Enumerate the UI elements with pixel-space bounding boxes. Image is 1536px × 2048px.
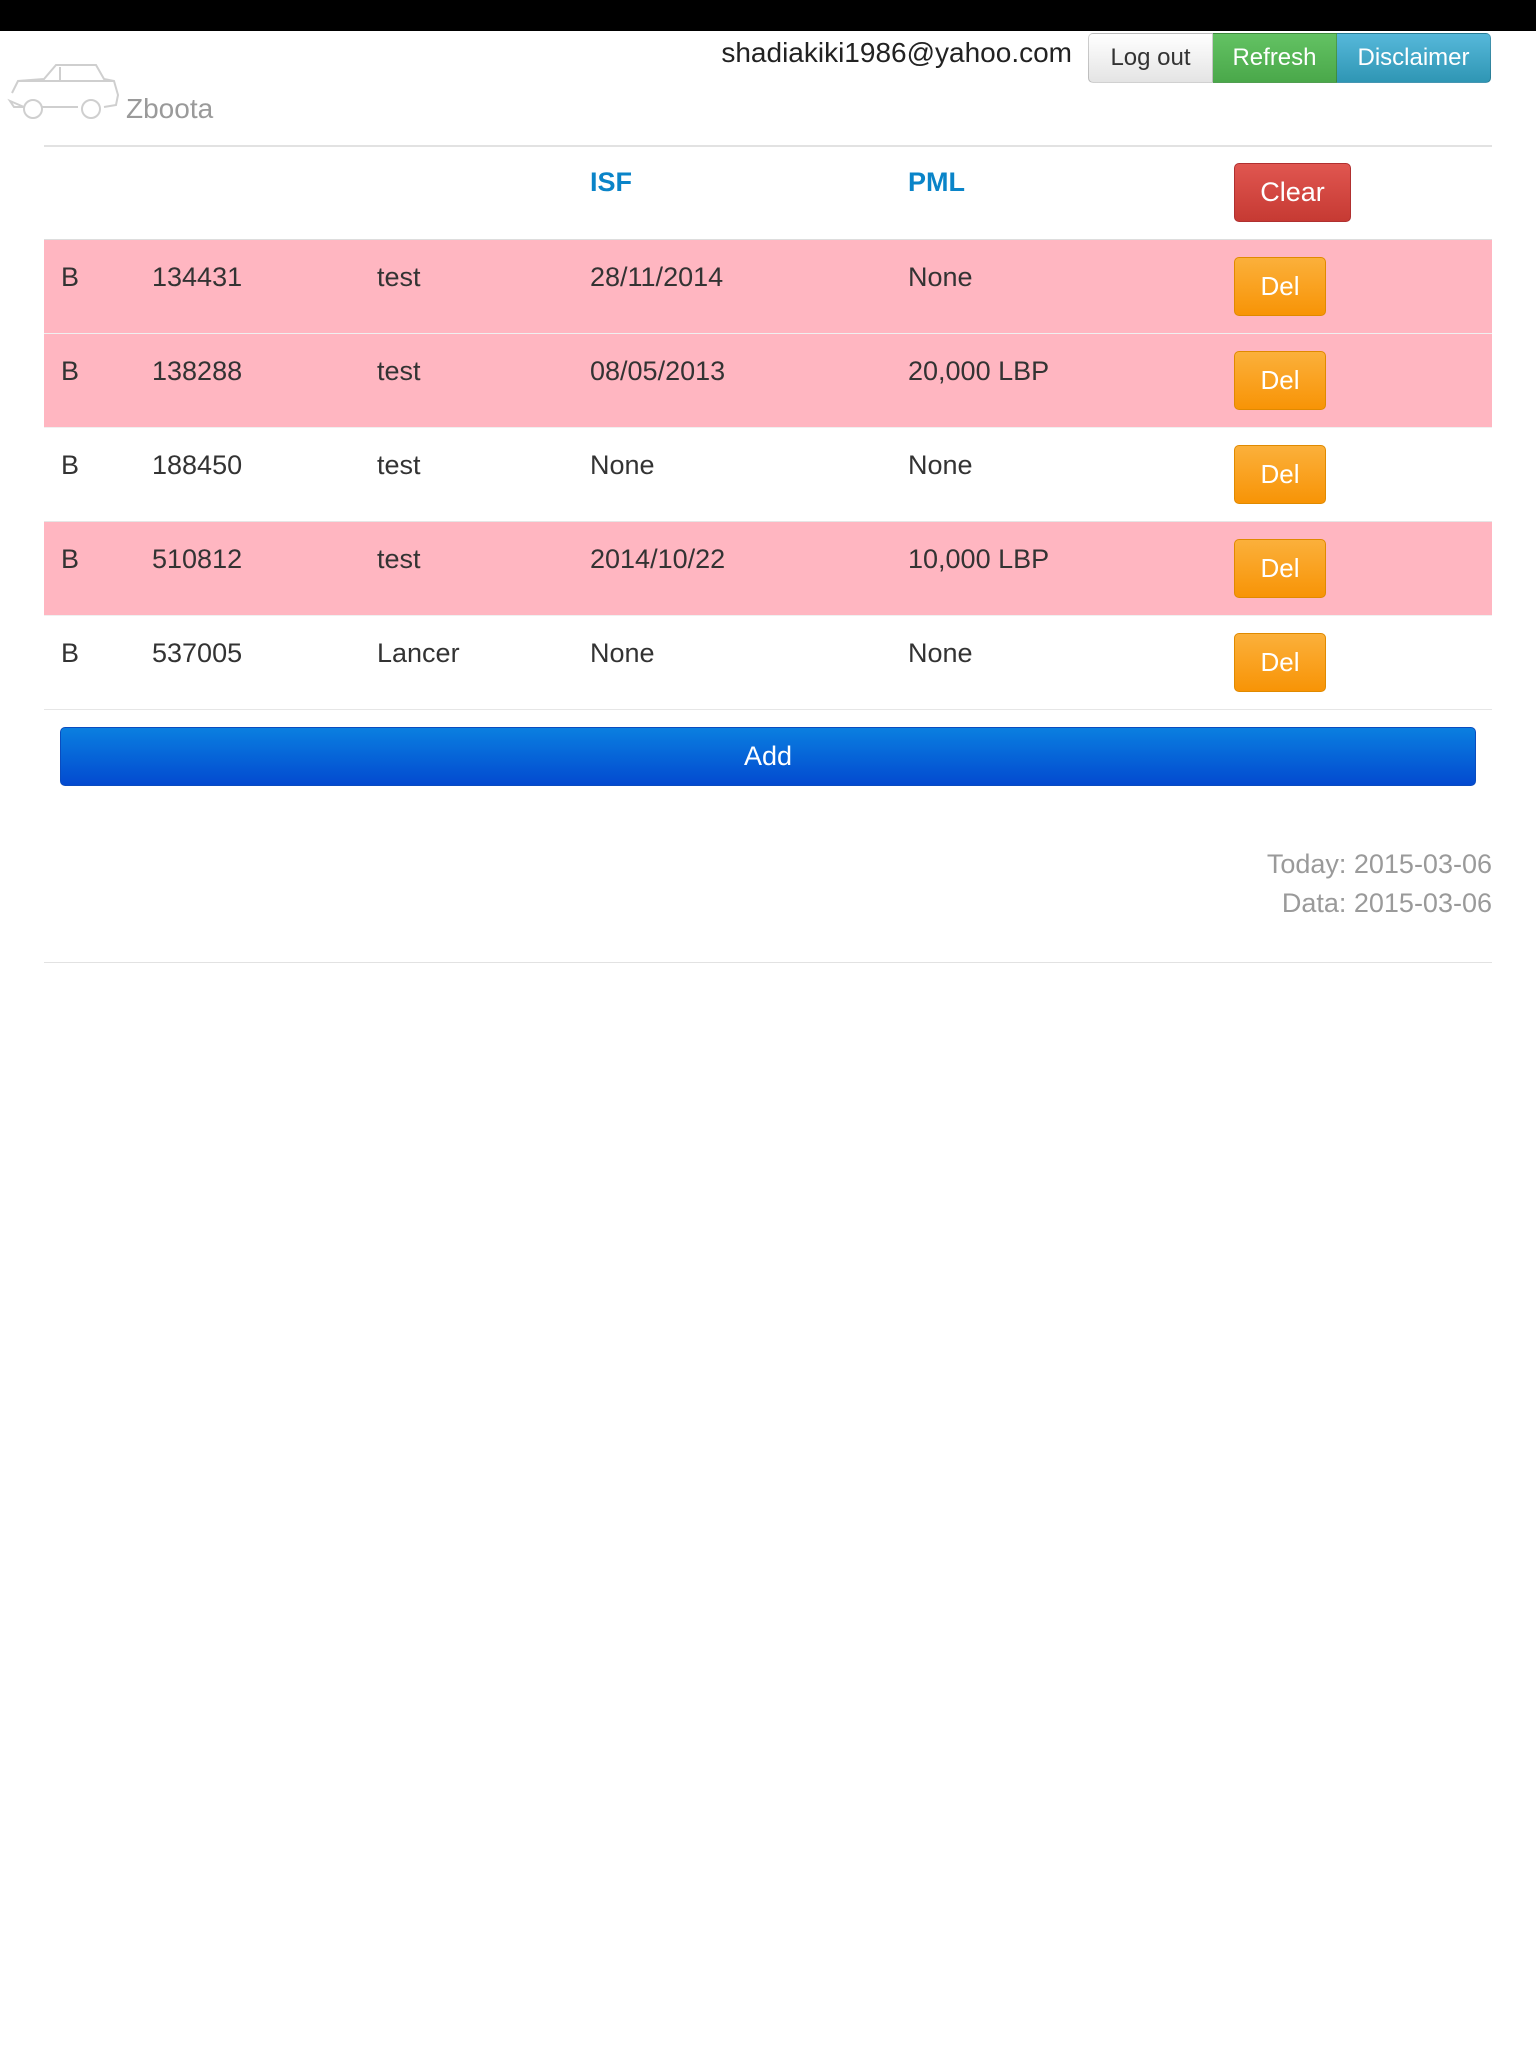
user-email: shadiakiki1986@yahoo.com: [721, 37, 1072, 68]
table-row: B 134431 test 28/11/2014 None Del: [44, 240, 1492, 334]
logo[interactable]: Zboota: [4, 53, 224, 125]
logout-button[interactable]: Log out: [1088, 33, 1213, 83]
pml-cell: 20,000 LBP: [908, 356, 1050, 386]
disclaimer-button[interactable]: Disclaimer: [1337, 33, 1491, 83]
area-cell: B: [61, 262, 80, 292]
plate-number-cell: 537005: [152, 638, 243, 668]
table-row: B 188450 test None None Del: [44, 428, 1492, 522]
car-icon: [7, 64, 120, 119]
today-date: Today: 2015-03-06: [1266, 849, 1492, 879]
table-row: B 510812 test 2014/10/22 10,000 LBP Del: [44, 522, 1492, 616]
header: Zboota shadiakiki1986@yahoo.com Log out …: [0, 31, 1536, 145]
delete-button[interactable]: Del: [1234, 351, 1326, 410]
clear-button[interactable]: Clear: [1234, 163, 1351, 222]
delete-button[interactable]: Del: [1234, 539, 1326, 598]
isf-cell: 08/05/2013: [590, 356, 726, 386]
add-button[interactable]: Add: [60, 727, 1476, 786]
delete-button[interactable]: Del: [1234, 445, 1326, 504]
header-button-group: Log out Refresh Disclaimer: [1088, 33, 1491, 83]
delete-button[interactable]: Del: [1234, 257, 1326, 316]
vehicles-table: ISF PML Clear B 134431 test 28/11/2014 N…: [44, 147, 1492, 710]
label-cell: test: [377, 450, 421, 480]
table-row: B 138288 test 08/05/2013 20,000 LBP Del: [44, 334, 1492, 428]
pml-cell: None: [908, 638, 973, 668]
plate-number-cell: 510812: [152, 544, 243, 574]
pml-cell: 10,000 LBP: [908, 544, 1050, 574]
data-date: Data: 2015-03-06: [1281, 888, 1492, 918]
status-bar: [0, 0, 1536, 31]
isf-cell: 28/11/2014: [590, 262, 724, 292]
area-cell: B: [61, 450, 80, 480]
brand-name: Zboota: [126, 93, 214, 124]
plate-number-cell: 188450: [152, 450, 243, 480]
isf-cell: 2014/10/22: [590, 544, 726, 574]
area-cell: B: [61, 544, 80, 574]
delete-button[interactable]: Del: [1234, 633, 1326, 692]
plate-number-cell: 134431: [152, 262, 243, 292]
table-row: B 537005 Lancer None None Del: [44, 616, 1492, 710]
label-cell: test: [377, 262, 421, 292]
table-header: ISF PML Clear: [44, 147, 1492, 240]
column-header-pml: PML: [908, 167, 965, 197]
isf-cell: None: [590, 450, 655, 480]
label-cell: test: [377, 544, 421, 574]
column-header-isf: ISF: [590, 167, 633, 197]
area-cell: B: [61, 638, 80, 668]
pml-cell: None: [908, 450, 973, 480]
isf-cell: None: [590, 638, 655, 668]
area-cell: B: [61, 356, 80, 386]
pml-cell: None: [908, 262, 973, 292]
footer-info: Today: 2015-03-06 Data: 2015-03-06: [1267, 845, 1492, 923]
label-cell: test: [377, 356, 421, 386]
divider: [44, 962, 1492, 963]
refresh-button[interactable]: Refresh: [1213, 33, 1337, 83]
plate-number-cell: 138288: [152, 356, 243, 386]
label-cell: Lancer: [377, 638, 460, 668]
